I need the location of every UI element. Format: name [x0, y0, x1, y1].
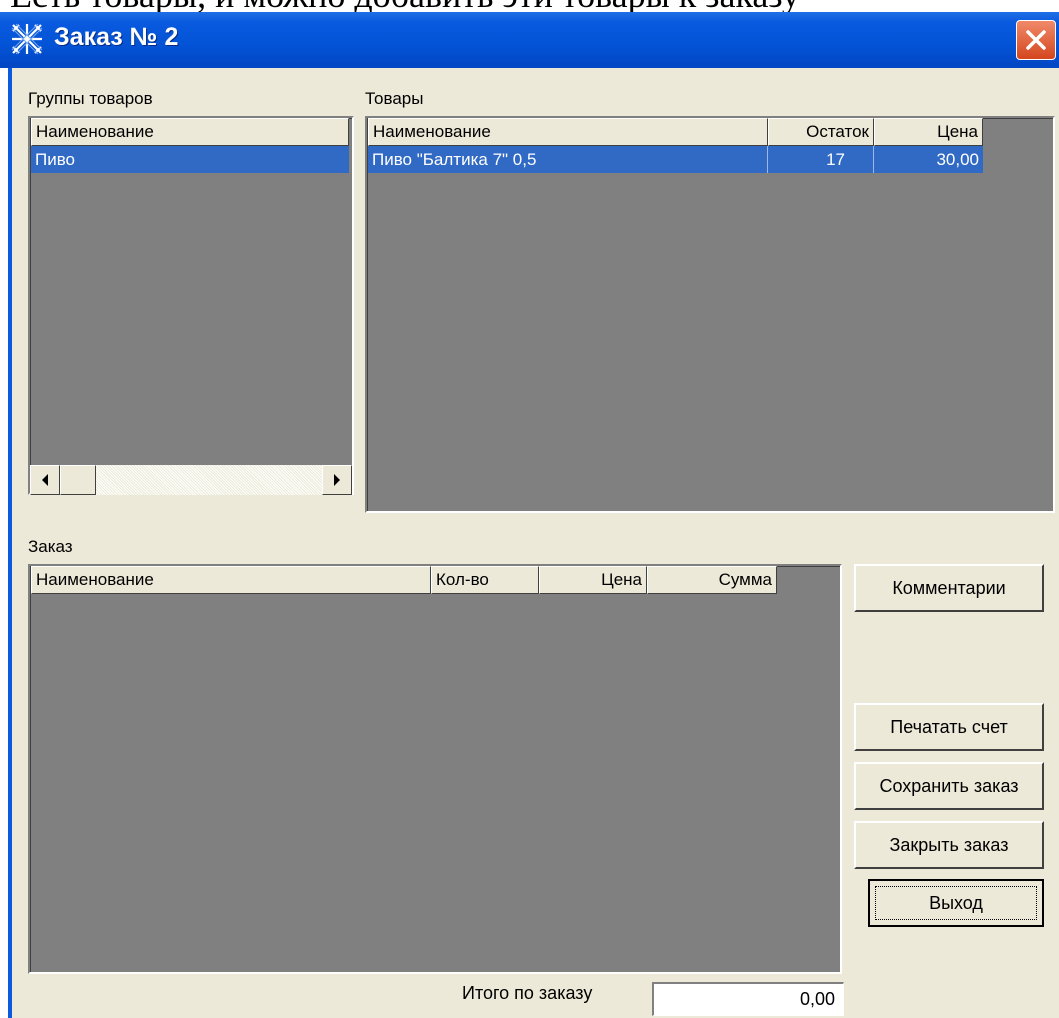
print-invoice-button[interactable]: Печатать счет — [854, 703, 1044, 751]
table-row[interactable]: Пиво — [31, 146, 349, 173]
products-col-price[interactable]: Цена — [874, 118, 983, 146]
product-price-cell: 30,00 — [936, 150, 979, 169]
products-col-stock[interactable]: Остаток — [768, 118, 874, 146]
arrow-right-icon — [334, 474, 340, 486]
order-col-sum[interactable]: Сумма — [647, 566, 777, 594]
group-name-cell: Пиво — [35, 150, 76, 169]
app-icon — [11, 23, 43, 55]
close-order-button[interactable]: Закрыть заказ — [854, 821, 1044, 869]
title-bar[interactable]: Заказ № 2 — [0, 12, 1059, 68]
scroll-left-button[interactable] — [30, 465, 60, 495]
product-name-cell: Пиво "Балтика 7" 0,5 — [368, 146, 768, 173]
total-label: Итого по заказу — [462, 983, 593, 1003]
arrow-left-icon — [42, 474, 48, 486]
order-grid[interactable]: Наименование Кол-во Цена Сумма — [28, 564, 842, 974]
groups-col-name[interactable]: Наименование — [31, 118, 349, 146]
order-label: Заказ — [28, 537, 73, 556]
scroll-right-button[interactable] — [322, 465, 352, 495]
order-col-name[interactable]: Наименование — [31, 566, 431, 594]
exit-button[interactable]: Выход — [868, 879, 1044, 927]
groups-label: Группы товаров — [28, 89, 153, 108]
products-grid[interactable]: Наименование Остаток Цена Пиво "Балтика … — [365, 116, 1055, 513]
save-order-button[interactable]: Сохранить заказ — [854, 762, 1044, 810]
groups-horizontal-scrollbar[interactable] — [30, 465, 352, 495]
window-title: Заказ № 2 — [54, 23, 179, 51]
exit-button-label: Выход — [929, 893, 983, 913]
window-client-area: Группы товаров Наименование Пиво Товары … — [8, 68, 1059, 1018]
scroll-thumb[interactable] — [60, 465, 96, 495]
total-field[interactable]: 0,00 — [652, 982, 844, 1016]
products-label: Товары — [365, 89, 424, 108]
product-stock-cell: 17 — [768, 146, 874, 173]
close-icon — [1026, 30, 1046, 50]
close-window-button[interactable] — [1016, 20, 1056, 60]
comments-button[interactable]: Комментарии — [854, 564, 1044, 612]
order-window: Заказ № 2 Группы товаров Наименование Пи… — [0, 0, 1059, 1018]
products-col-name[interactable]: Наименование — [368, 118, 768, 146]
order-col-qty[interactable]: Кол-во — [431, 566, 539, 594]
groups-grid[interactable]: Наименование Пиво — [28, 116, 354, 495]
order-col-price[interactable]: Цена — [539, 566, 647, 594]
table-row[interactable]: Пиво "Балтика 7" 0,5 17 30,00 — [368, 146, 983, 173]
